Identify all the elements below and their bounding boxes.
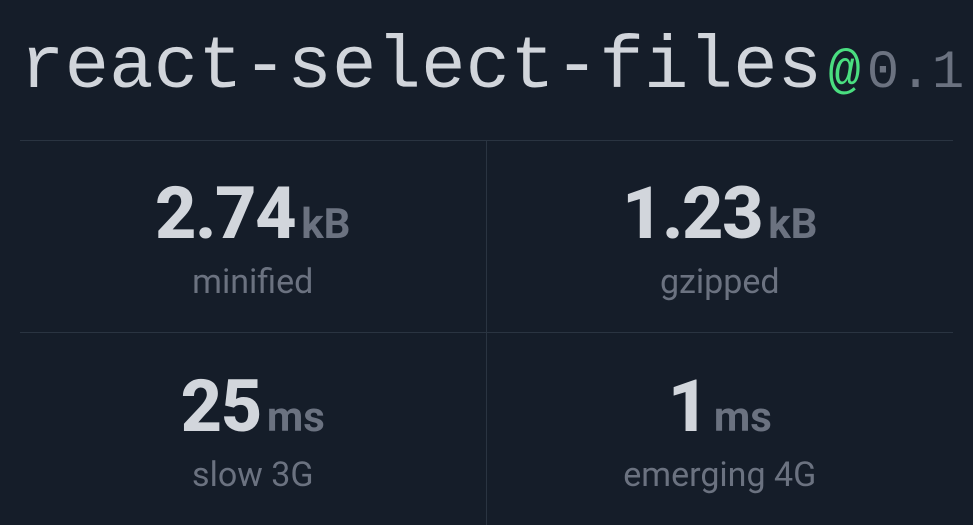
stat-slow-3g: 25 ms slow 3G [20, 333, 487, 525]
package-name: react-select-files [20, 26, 822, 110]
stat-unit: kB [768, 200, 817, 249]
stat-value: 25 [181, 364, 261, 449]
stat-label: slow 3G [192, 455, 313, 495]
stat-label: gzipped [660, 262, 780, 302]
stat-value: 1.23 [622, 171, 762, 256]
stat-label: emerging 4G [623, 455, 816, 495]
stat-minified: 2.74 kB minified [20, 141, 487, 333]
stat-value-row: 1 ms [668, 364, 772, 449]
stats-grid: 2.74 kB minified 1.23 kB gzipped 25 ms s… [20, 140, 953, 525]
badge-container: react-select-files @ 0.1.0 2.74 kB minif… [0, 0, 973, 525]
stat-unit: ms [714, 393, 772, 442]
package-title-row: react-select-files @ 0.1.0 [0, 0, 973, 140]
stat-label: minified [192, 262, 313, 302]
stat-unit: kB [301, 200, 350, 249]
stat-value-row: 1.23 kB [622, 171, 817, 256]
stat-unit: ms [267, 393, 325, 442]
stat-emerging-4g: 1 ms emerging 4G [487, 333, 954, 525]
package-version: 0.1.0 [867, 43, 973, 104]
at-symbol: @ [828, 43, 861, 104]
stat-value: 2.74 [155, 171, 295, 256]
stat-gzipped: 1.23 kB gzipped [487, 141, 954, 333]
stat-value-row: 25 ms [181, 364, 325, 449]
stat-value: 1 [668, 364, 708, 449]
stat-value-row: 2.74 kB [155, 171, 350, 256]
